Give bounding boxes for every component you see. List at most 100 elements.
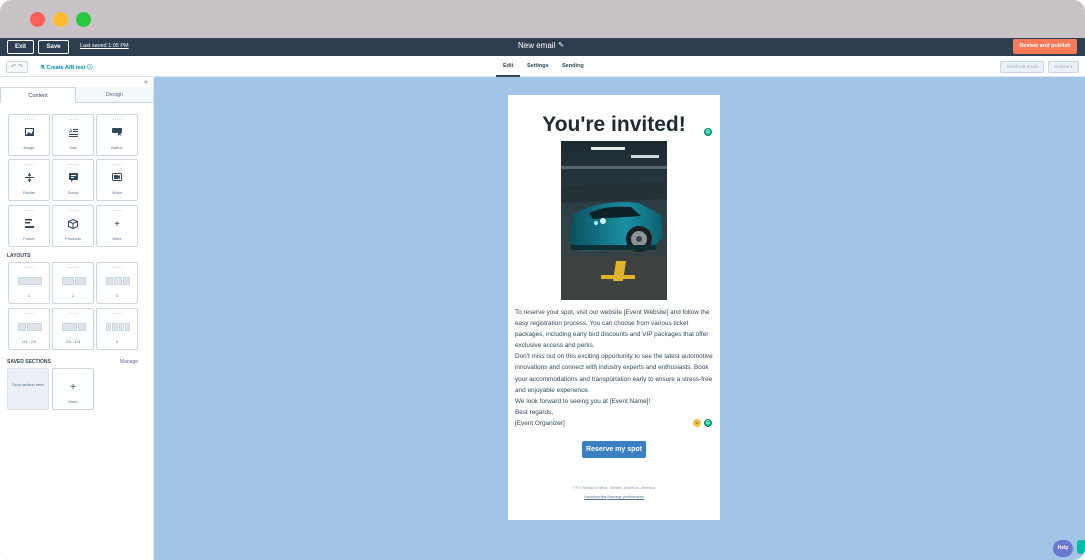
review-and-publish-button[interactable]: Review and publish (1013, 39, 1077, 54)
help-button[interactable]: Help (1053, 540, 1073, 557)
footer-address: YTG Media Limited, Seattle, America, Ame… (572, 485, 656, 490)
pencil-icon[interactable]: ✎ (558, 41, 564, 49)
tab-settings[interactable]: Settings (527, 63, 549, 69)
sidebar-tabs: Content Design (0, 87, 153, 103)
emoji-icon[interactable]: ☺ (693, 419, 701, 427)
module-social[interactable]: Social (52, 159, 94, 201)
ab-test-label: Create A/B test (46, 65, 86, 71)
layout-label: 3 (115, 293, 119, 298)
email-title[interactable]: New email (518, 41, 555, 50)
button-icon (97, 128, 137, 140)
unsubscribe-link[interactable]: Unsubscribe (584, 494, 606, 499)
grammarly-icon[interactable]: G (704, 128, 712, 136)
module-label: Social (67, 190, 79, 195)
module-video[interactable]: Video (96, 159, 138, 201)
paragraph-regards: Best regards, (515, 408, 554, 416)
undo-redo-buttons[interactable]: ↶ ↷ (6, 61, 28, 73)
drop-section-area[interactable]: Drop section here (7, 368, 49, 410)
footer-links: Unsubscribe Manage preferences (508, 494, 720, 499)
drag-grip-icon (69, 119, 78, 121)
module-image[interactable]: Image (8, 114, 50, 156)
module-button[interactable]: Button (96, 114, 138, 156)
collapse-sidebar-icon[interactable]: « (144, 79, 148, 86)
layout-label: 1 (27, 293, 31, 298)
drag-grip-icon (69, 267, 78, 269)
exit-button[interactable]: Exit (7, 40, 34, 54)
layout-preview (18, 323, 42, 331)
saved-sections-heading: SAVED SECTIONS (7, 359, 51, 365)
more-label: More (68, 399, 78, 404)
products-icon (53, 218, 93, 233)
tab-design[interactable]: Design (76, 87, 153, 103)
ab-test-link[interactable]: ⚗ Create A/B test ⓘ (40, 63, 93, 71)
layout-label: 2/3 : 1/3 (65, 339, 81, 344)
paragraph-opportunity: Don't miss out on this exciting opportun… (515, 353, 713, 394)
manage-preferences-link[interactable]: Manage preferences (607, 494, 644, 499)
divider-icon (9, 173, 49, 186)
paragraph-signature: [Event Organizer] (515, 419, 565, 427)
drag-grip-icon (25, 267, 34, 269)
plus-icon: + (70, 382, 76, 393)
drag-grip-icon (25, 210, 34, 212)
last-saved-link[interactable]: Last saved 1:05 PM (80, 43, 129, 49)
drop-section-label: Drop section here (12, 382, 44, 387)
layout-preview (106, 323, 130, 331)
module-label: Text (69, 145, 77, 150)
module-label: Image (23, 145, 35, 150)
layouts-heading: LAYOUTS (7, 253, 31, 259)
chat-widget-tab[interactable] (1077, 540, 1085, 554)
send-test-email-button[interactable]: Send test email (1000, 61, 1044, 73)
layout-2-column[interactable]: 2 (52, 262, 94, 304)
email-body-text[interactable]: To reserve your spot, visit our website … (515, 307, 715, 429)
drag-grip-icon (69, 210, 78, 212)
module-footer[interactable]: Footer (8, 205, 50, 247)
layout-4-column[interactable]: 4 (96, 308, 138, 350)
drag-grip-icon (25, 119, 34, 121)
left-sidebar: « Content Design Image A Text Button Div… (0, 77, 154, 560)
close-window-button[interactable] (30, 12, 45, 27)
text-icon: A (53, 128, 93, 141)
module-label: Button (111, 145, 123, 150)
module-divider[interactable]: Divider (8, 159, 50, 201)
drag-grip-icon (69, 313, 78, 315)
paragraph-closing: We look forward to seeing you at [Event … (515, 397, 651, 405)
email-body[interactable]: You're invited! G To reserve your spot, … (508, 95, 720, 520)
module-products[interactable]: Products (52, 205, 94, 247)
layout-preview (106, 277, 130, 285)
layout-1-column[interactable]: 1 (8, 262, 50, 304)
drag-grip-icon (113, 313, 122, 315)
drag-grip-icon (113, 267, 122, 269)
layout-1-3-2-3[interactable]: 1/3 : 2/3 (8, 308, 50, 350)
layout-2-3-1-3[interactable]: 2/3 : 1/3 (52, 308, 94, 350)
paragraph-registration: To reserve your spot, visit our website … (515, 309, 710, 350)
tab-sending[interactable]: Sending (562, 63, 584, 69)
module-more[interactable]: + More (96, 205, 138, 247)
social-icon (53, 173, 93, 186)
email-headline[interactable]: You're invited! (508, 113, 720, 137)
module-label: Products (65, 236, 81, 241)
plus-icon: + (114, 219, 120, 230)
tab-content[interactable]: Content (0, 87, 76, 103)
grammarly-icon[interactable]: G (704, 419, 712, 427)
manage-saved-sections-link[interactable]: Manage (120, 359, 138, 365)
module-text[interactable]: A Text (52, 114, 94, 156)
drag-grip-icon (113, 164, 122, 166)
save-button[interactable]: Save (38, 40, 69, 54)
maximize-window-button[interactable] (76, 12, 91, 27)
minimize-window-button[interactable] (53, 12, 68, 27)
drag-grip-icon (69, 164, 78, 166)
layout-preview (62, 277, 86, 285)
browser-window: Exit Save Last saved 1:05 PM New email ✎… (0, 0, 1085, 560)
saved-more-button[interactable]: + More (52, 368, 94, 410)
layout-label: 4 (115, 339, 119, 344)
car-photo[interactable] (561, 141, 667, 300)
layout-3-column[interactable]: 3 (96, 262, 138, 304)
drag-grip-icon (25, 313, 34, 315)
module-label: Video (111, 190, 123, 195)
reserve-spot-button[interactable]: Reserve my spot (582, 441, 646, 458)
footer-icon (9, 219, 49, 232)
actions-dropdown[interactable]: Actions ▾ (1048, 61, 1079, 73)
drag-grip-icon (113, 210, 122, 212)
window-titlebar (0, 0, 1085, 38)
tab-edit[interactable]: Edit (503, 63, 513, 69)
